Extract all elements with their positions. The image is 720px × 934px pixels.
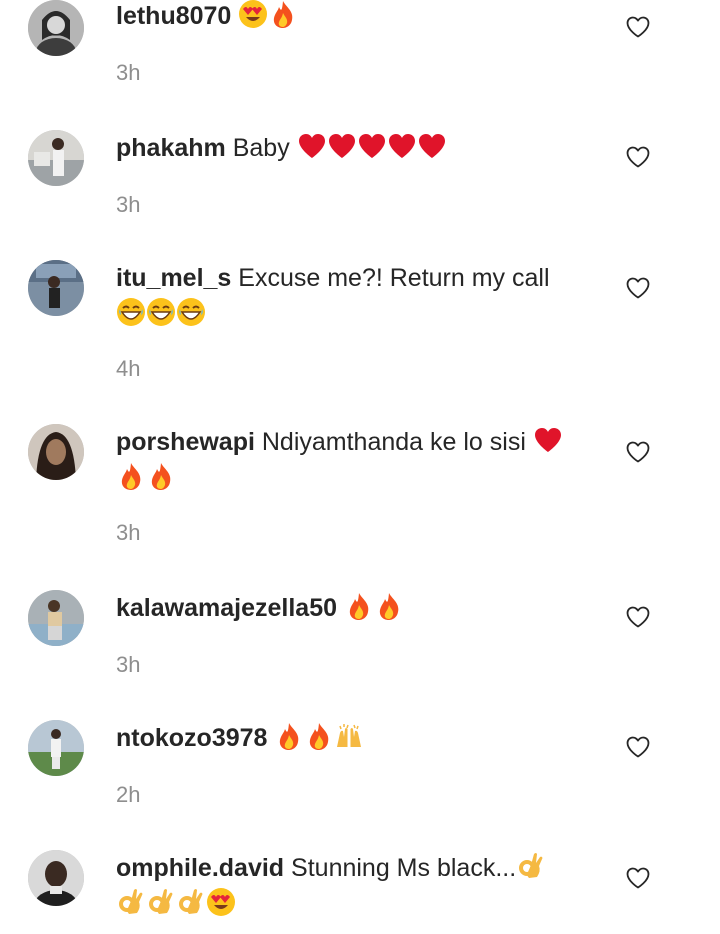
comment-body: kalawamajezella50 [116,590,596,626]
comment-timestamp: 3h [116,652,141,677]
fire-icon [374,591,404,621]
comment-username[interactable]: ntokozo3978 [116,724,267,752]
like-button[interactable] [626,146,650,168]
fire-icon [268,0,298,29]
fire-icon [116,461,146,491]
ok-hand-icon [516,851,546,881]
comment-timestamp: 4h [116,356,141,381]
comment-body: ntokozo3978 [116,720,596,756]
heart-outline-icon [626,277,650,299]
comment-timestamp: 3h [116,192,141,217]
like-button[interactable] [626,441,650,463]
grinning-sweat-icon [176,297,206,327]
raising-hands-icon [334,721,364,751]
like-button[interactable] [626,867,650,889]
like-button[interactable] [626,277,650,299]
heart-eyes-icon [238,0,268,29]
grinning-sweat-icon [146,297,176,327]
heart-eyes-icon [206,887,236,917]
comment-body: omphile.david Stunning Ms black... [116,850,596,922]
ok-hand-icon [176,887,206,917]
emoji-line [116,886,596,922]
heart-outline-icon [626,736,650,758]
comment-username[interactable]: itu_mel_s [116,264,231,292]
like-button[interactable] [626,16,650,38]
avatar[interactable] [28,130,84,186]
comment-body: porshewapi Ndiyamthanda ke lo sisi [116,424,596,496]
red-heart-icon [297,131,327,161]
comment-username[interactable]: kalawamajezella50 [116,594,337,622]
comment-body: lethu8070 [116,0,596,34]
comment-username[interactable]: phakahm [116,134,226,162]
avatar[interactable] [28,850,84,906]
comment-body: phakahm Baby [116,130,596,166]
fire-icon [344,591,374,621]
avatar[interactable] [28,260,84,316]
ok-hand-icon [146,887,176,917]
comment-text: Stunning Ms black... [291,854,517,882]
comment-text: Ndiyamthanda ke lo sisi [261,428,526,456]
comment-username[interactable]: lethu8070 [116,2,231,30]
fire-icon [274,721,304,751]
red-heart-icon [387,131,417,161]
emoji-line [116,296,596,332]
red-heart-icon [533,425,563,455]
emoji-line [116,460,596,496]
comment-text: Baby [232,134,290,162]
red-heart-icon [357,131,387,161]
heart-outline-icon [626,441,650,463]
heart-outline-icon [626,867,650,889]
avatar[interactable] [28,590,84,646]
fire-icon [304,721,334,751]
comment-username[interactable]: omphile.david [116,854,284,882]
avatar[interactable] [28,720,84,776]
comment-body: itu_mel_s Excuse me?! Return my call [116,260,596,332]
like-button[interactable] [626,606,650,628]
heart-outline-icon [626,146,650,168]
comment-timestamp: 2h [116,782,141,807]
grinning-sweat-icon [116,297,146,327]
comment-timestamp: 3h [116,60,141,85]
red-heart-icon [417,131,447,161]
heart-outline-icon [626,606,650,628]
fire-icon [146,461,176,491]
ok-hand-icon [116,887,146,917]
heart-outline-icon [626,16,650,38]
comment-text: Excuse me?! Return my call [238,264,550,292]
comment-username[interactable]: porshewapi [116,428,255,456]
red-heart-icon [327,131,357,161]
avatar[interactable] [28,0,84,56]
avatar[interactable] [28,424,84,480]
comment-timestamp: 3h [116,520,141,545]
like-button[interactable] [626,736,650,758]
